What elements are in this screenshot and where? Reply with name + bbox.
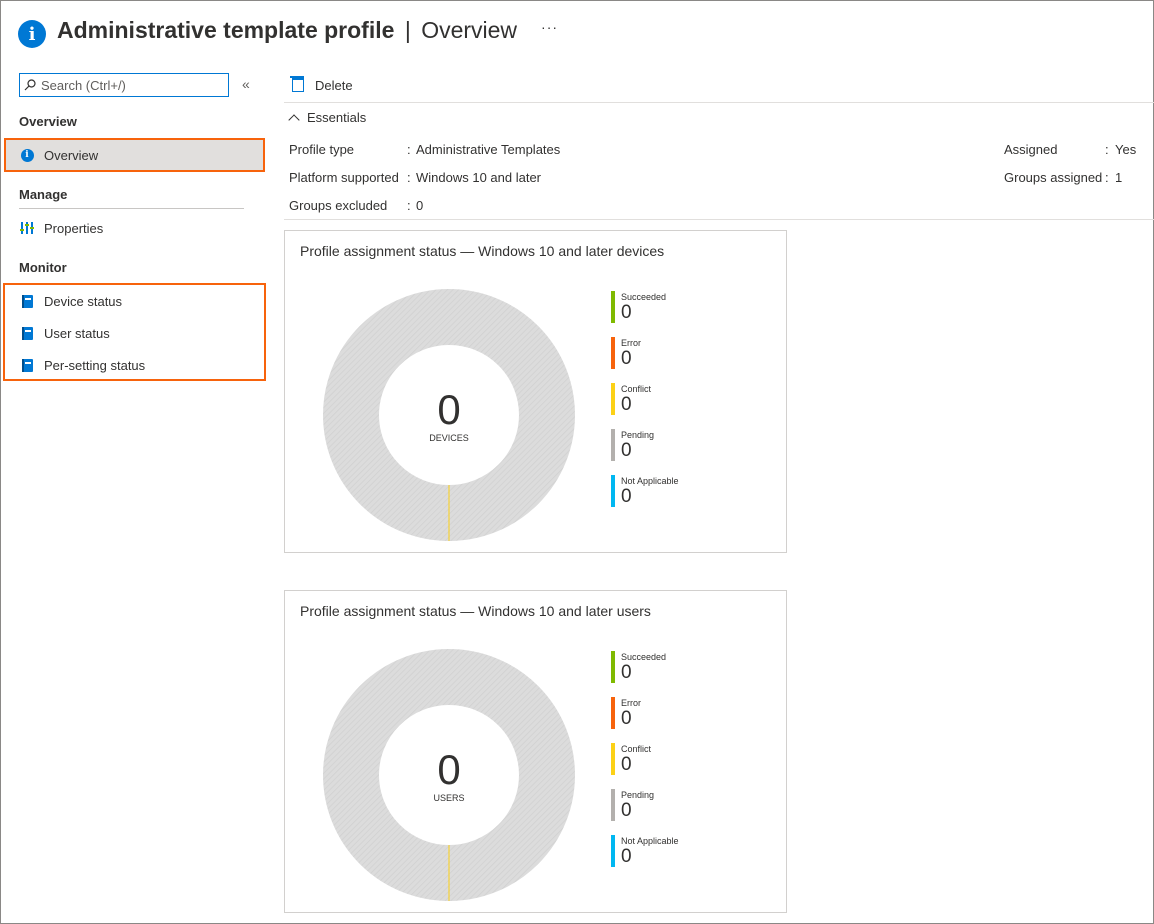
- essentials-value: 1: [1115, 170, 1123, 185]
- legend-item-error[interactable]: Error 0: [611, 697, 679, 743]
- title-separator: |: [404, 16, 411, 43]
- essentials-colon: :: [1105, 170, 1109, 185]
- sidebar-item-per-setting-status[interactable]: Per-setting status: [19, 350, 145, 380]
- essentials-colon: :: [1105, 142, 1109, 157]
- donut-center-value: 0: [437, 746, 461, 793]
- trash-icon: [290, 76, 304, 92]
- sidebar-item-device-status[interactable]: Device status: [19, 286, 122, 316]
- card-title: Profile assignment status — Windows 10 a…: [300, 603, 651, 619]
- legend-swatch: [611, 743, 615, 775]
- legend-swatch: [611, 383, 615, 415]
- legend-swatch: [611, 697, 615, 729]
- essentials-value: Windows 10 and later: [416, 170, 542, 185]
- delete-label: Delete: [315, 77, 353, 93]
- book-icon: [19, 325, 35, 341]
- search-icon: [24, 79, 36, 91]
- legend-value: 0: [621, 800, 632, 821]
- essentials-colon: :: [407, 198, 411, 213]
- title-subtitle: Overview: [421, 16, 518, 43]
- essentials-key: Platform supported: [289, 170, 399, 185]
- essentials-colon: :: [407, 170, 411, 185]
- essentials-value: Administrative Templates: [416, 142, 561, 157]
- more-options-icon[interactable]: ···: [541, 19, 558, 35]
- legend-value: 0: [621, 302, 632, 323]
- essentials-key: Profile type: [289, 142, 355, 157]
- essentials-key: Groups assigned: [1004, 170, 1103, 185]
- sidebar-item-label: Per-setting status: [44, 357, 146, 373]
- info-icon: i: [19, 147, 35, 163]
- donut-center-value: 0: [437, 386, 461, 433]
- book-icon: [19, 293, 35, 309]
- donut-center-label: USERS: [433, 793, 465, 803]
- legend-item-succeeded[interactable]: Succeeded 0: [611, 291, 679, 337]
- sidebar-item-label: Properties: [44, 220, 104, 236]
- legend-swatch: [611, 429, 615, 461]
- toolbar-divider: [284, 102, 1154, 103]
- essentials-heading: Essentials: [307, 110, 367, 125]
- legend-swatch: [611, 651, 615, 683]
- search-box[interactable]: [19, 73, 229, 97]
- legend-item-not-applicable[interactable]: Not Applicable 0: [611, 835, 679, 881]
- essentials-key: Groups excluded: [289, 198, 388, 213]
- legend-value: 0: [621, 486, 632, 507]
- donut-center-label: DEVICES: [429, 433, 469, 443]
- chevron-up-icon: [288, 113, 300, 126]
- essentials-value: Yes: [1115, 142, 1137, 157]
- sidebar-item-properties[interactable]: Properties: [19, 213, 103, 243]
- page-header: i Administrative template profile | Over…: [18, 10, 558, 50]
- sidebar-item-label: Overview: [44, 147, 99, 163]
- properties-icon: [19, 220, 35, 236]
- legend-item-error[interactable]: Error 0: [611, 337, 679, 383]
- page-title: Administrative template profile | Overvi…: [57, 17, 517, 44]
- essentials-colon: :: [407, 142, 411, 157]
- delete-button[interactable]: Delete: [290, 72, 353, 98]
- title-main: Administrative template profile: [57, 16, 395, 43]
- legend-value: 0: [621, 662, 632, 683]
- chart-legend: Succeeded 0 Error 0 Conflict 0 Pending 0…: [611, 651, 679, 881]
- chart-legend: Succeeded 0 Error 0 Conflict 0 Pending 0…: [611, 291, 679, 521]
- book-icon: [19, 357, 35, 373]
- legend-swatch: [611, 291, 615, 323]
- sidebar-item-label: Device status: [44, 293, 123, 309]
- card-title: Profile assignment status — Windows 10 a…: [300, 243, 665, 259]
- essentials-key: Assigned: [1004, 142, 1058, 157]
- legend-item-conflict[interactable]: Conflict 0: [611, 383, 679, 429]
- status-card-devices: Profile assignment status — Windows 10 a…: [284, 230, 787, 553]
- legend-value: 0: [621, 440, 632, 461]
- legend-item-pending[interactable]: Pending 0: [611, 429, 679, 475]
- essentials-value: 0: [416, 198, 424, 213]
- legend-value: 0: [621, 348, 632, 369]
- essentials-toggle[interactable]: Essentials: [288, 110, 367, 126]
- legend-swatch: [611, 337, 615, 369]
- section-label-monitor: Monitor: [19, 260, 67, 275]
- legend-value: 0: [621, 754, 632, 775]
- section-label-overview: Overview: [19, 114, 77, 129]
- legend-item-conflict[interactable]: Conflict 0: [611, 743, 679, 789]
- sidebar-item-user-status[interactable]: User status: [19, 318, 110, 348]
- legend-value: 0: [621, 846, 632, 867]
- legend-item-not-applicable[interactable]: Not Applicable 0: [611, 475, 679, 521]
- status-card-users: Profile assignment status — Windows 10 a…: [284, 590, 787, 913]
- info-icon: i: [18, 20, 46, 48]
- legend-swatch: [611, 475, 615, 507]
- legend-item-succeeded[interactable]: Succeeded 0: [611, 651, 679, 697]
- legend-value: 0: [621, 708, 632, 729]
- section-label-manage: Manage: [19, 187, 68, 202]
- legend-item-pending[interactable]: Pending 0: [611, 789, 679, 835]
- essentials-divider: [284, 219, 1154, 220]
- legend-swatch: [611, 789, 615, 821]
- sidebar-item-label: User status: [44, 325, 110, 341]
- search-input[interactable]: [41, 77, 221, 93]
- collapse-sidebar-icon[interactable]: «: [242, 76, 250, 92]
- sidebar-item-overview[interactable]: i Overview: [19, 140, 98, 170]
- section-divider: [19, 208, 244, 209]
- legend-value: 0: [621, 394, 632, 415]
- legend-swatch: [611, 835, 615, 867]
